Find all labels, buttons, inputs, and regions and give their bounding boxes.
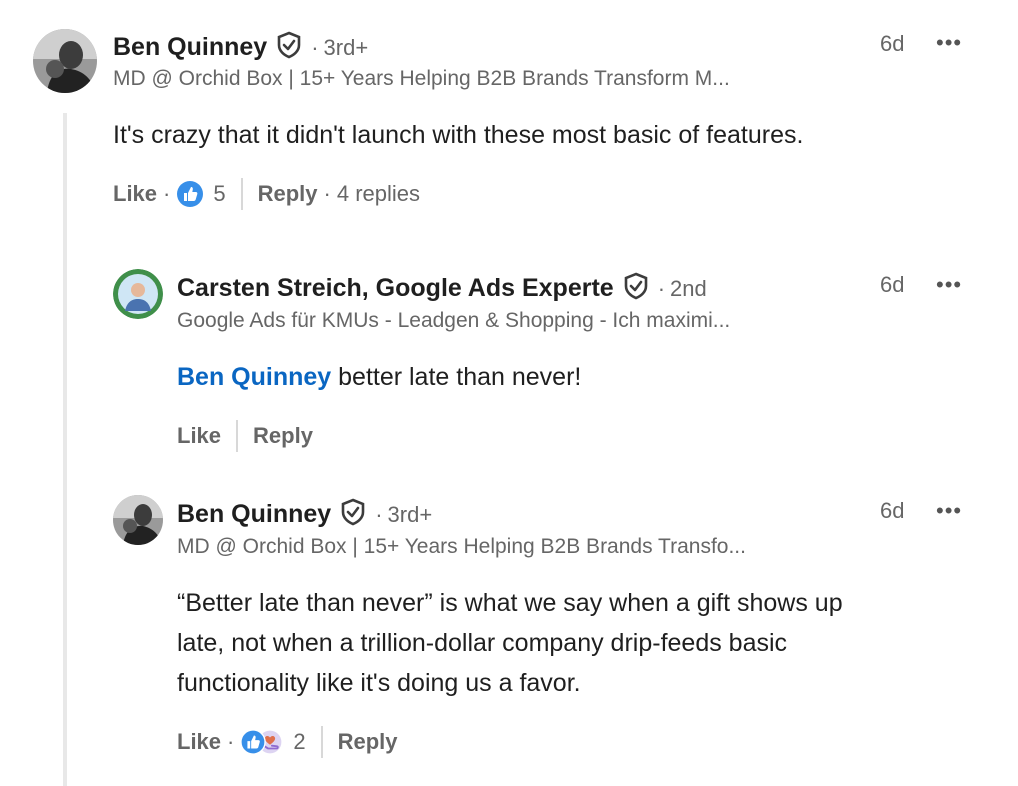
thread-line <box>63 113 67 786</box>
timestamp: 6d <box>880 272 905 297</box>
reaction-count[interactable]: 5 <box>213 181 225 207</box>
reaction-icons <box>240 729 284 755</box>
timestamp: 6d <box>880 31 905 56</box>
author-name[interactable]: Ben Quinney <box>113 33 267 62</box>
reply-text-content: better late than never! <box>331 363 582 391</box>
like-reaction-icon <box>176 180 204 208</box>
reply-button[interactable]: Reply <box>253 423 313 449</box>
reply-text: “Better late than never” is what we say … <box>177 583 843 703</box>
separator-dot: · <box>375 501 383 527</box>
more-options-icon[interactable]: ••• <box>936 272 962 298</box>
reply-text-line: late, not when a trillion-dollar company… <box>177 629 788 657</box>
separator-dot: · <box>657 275 666 301</box>
more-options-icon[interactable]: ••• <box>936 30 962 56</box>
reply-button[interactable]: Reply <box>338 729 398 755</box>
separator-dot: · <box>227 729 235 754</box>
reply-text-line: “Better late than never” is what we say … <box>177 589 843 617</box>
more-options-icon[interactable]: ••• <box>936 498 962 524</box>
author-headline: Google Ads für KMUs - Leadgen & Shopping… <box>177 309 731 332</box>
verified-shield-icon <box>276 31 302 64</box>
divider <box>320 726 323 758</box>
timestamp: 6d <box>880 498 905 523</box>
connection-degree: 2nd <box>670 275 707 301</box>
reply-text: Ben Quinney better late than never! <box>177 357 581 397</box>
mention-link[interactable]: Ben Quinney <box>177 363 331 391</box>
author-name[interactable]: Ben Quinney <box>177 500 331 529</box>
divider <box>240 178 243 210</box>
like-button[interactable]: Like <box>113 181 157 207</box>
separator-dot: · <box>163 181 171 206</box>
reaction-count[interactable]: 2 <box>293 729 305 755</box>
author-headline: MD @ Orchid Box | 15+ Years Helping B2B … <box>113 67 730 90</box>
like-button[interactable]: Like <box>177 729 221 755</box>
avatar[interactable] <box>113 269 163 319</box>
verified-shield-icon <box>340 498 366 531</box>
author-headline: MD @ Orchid Box | 15+ Years Helping B2B … <box>177 535 746 558</box>
divider <box>236 420 239 452</box>
replies-count-link[interactable]: 4 replies <box>337 181 420 207</box>
author-name[interactable]: Carsten Streich, Google Ads Experte <box>177 274 614 303</box>
connection-degree: 3rd+ <box>387 501 433 527</box>
separator-dot: · <box>323 181 331 206</box>
like-button[interactable]: Like <box>177 423 221 449</box>
comment-text: It's crazy that it didn't launch with th… <box>113 121 804 149</box>
verified-shield-icon <box>623 272 649 305</box>
avatar[interactable] <box>113 495 163 545</box>
reply-button[interactable]: Reply <box>258 181 318 207</box>
connection-degree: 3rd+ <box>323 34 369 60</box>
separator-dot: · <box>311 34 319 60</box>
like-reaction-icon <box>240 729 267 755</box>
reply-text-line: functionality like it's doing us a favor… <box>177 669 581 697</box>
avatar[interactable] <box>33 29 97 93</box>
